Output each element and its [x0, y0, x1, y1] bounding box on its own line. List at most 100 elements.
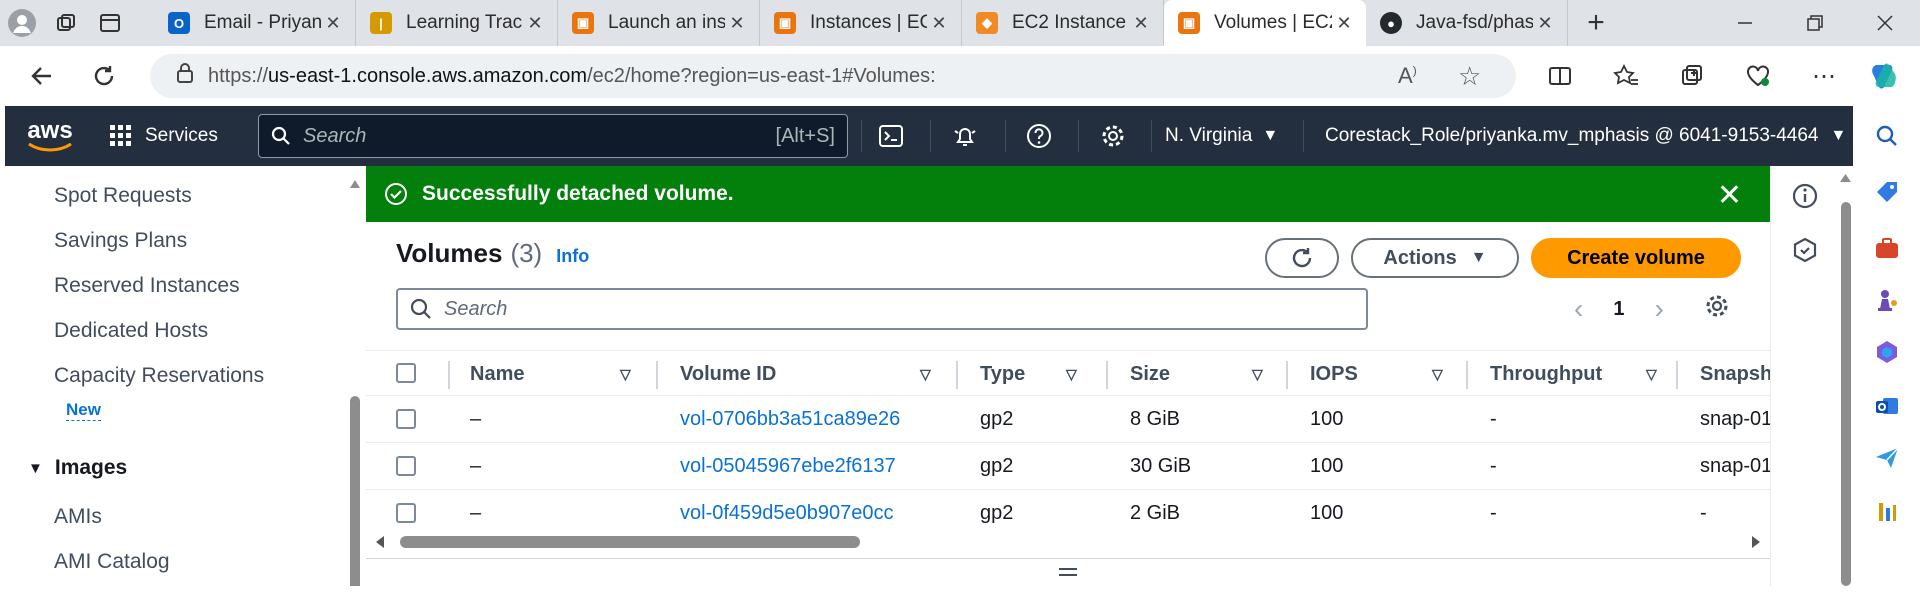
aws-logo[interactable]: aws [5, 106, 95, 166]
services-menu[interactable]: Services [109, 124, 249, 148]
close-tab-icon[interactable]: ✕ [1533, 13, 1557, 34]
read-aloud-icon[interactable]: A) [1398, 63, 1417, 89]
info-link[interactable]: Info [556, 246, 589, 267]
row-checkbox[interactable] [396, 503, 416, 523]
split-screen-icon[interactable] [1534, 50, 1586, 102]
close-tab-icon[interactable]: ✕ [321, 13, 345, 34]
sidebar-item-ami-catalog[interactable]: AMI Catalog [54, 550, 170, 574]
close-icon[interactable]: ✕ [1717, 178, 1742, 213]
sidebar-item-amis[interactable]: AMIs [54, 505, 102, 529]
collections-icon[interactable] [1666, 50, 1718, 102]
close-tab-icon[interactable]: ✕ [725, 13, 749, 34]
region-selector[interactable]: N. Virginia ▼ [1165, 106, 1278, 166]
browser-tab[interactable]: ● Java-fsd/phase ✕ [1366, 0, 1568, 46]
games-chess-icon[interactable] [1873, 286, 1901, 314]
cloudshell-icon[interactable] [861, 106, 921, 166]
column-header-iops[interactable]: IOPS ▽ [1310, 351, 1443, 397]
cell-size: 8 GiB [1130, 408, 1181, 430]
profile-avatar-icon[interactable] [0, 0, 44, 46]
create-volume-button[interactable]: Create volume [1531, 238, 1741, 278]
notifications-bell-icon[interactable] [935, 106, 995, 166]
url-field[interactable]: https://us-east-1.console.aws.amazon.com… [150, 54, 1516, 98]
browser-tab[interactable]: OEmail - Priyanka✕ [154, 0, 356, 46]
console-search-input[interactable]: Search [Alt+S] [258, 114, 848, 158]
column-divider [1286, 361, 1288, 389]
outlook-icon[interactable] [1873, 392, 1901, 420]
favorites-icon[interactable] [1600, 50, 1652, 102]
outlook-icon: O [168, 12, 190, 34]
tools-briefcase-icon[interactable] [1873, 234, 1901, 262]
search-icon[interactable] [1873, 122, 1901, 150]
copilot-icon[interactable] [1858, 50, 1910, 102]
search-icon [271, 126, 290, 145]
sidebar-item-capacity-reservations[interactable]: Capacity Reservations [54, 364, 264, 388]
refresh-button[interactable] [1265, 238, 1339, 278]
browser-tab[interactable]: ▣Instances | EC2✕ [760, 0, 962, 46]
table-row[interactable]: – vol-05045967ebe2f6137 gp2 30 GiB 100 -… [366, 443, 1770, 490]
cell-volume-id-link[interactable]: vol-0706bb3a51ca89e26 [680, 396, 900, 443]
main-content: Successfully detached volume. ✕ Volumes … [366, 166, 1770, 586]
send-paper-plane-icon[interactable] [1873, 444, 1901, 472]
sidebar-item-dedicated-hosts[interactable]: Dedicated Hosts [54, 319, 208, 343]
column-divider [1676, 361, 1678, 389]
sidebar-scrollbar[interactable] [349, 176, 361, 586]
column-header-snapshot[interactable]: Snapshot [1700, 351, 1770, 397]
horizontal-scrollbar[interactable] [366, 530, 1770, 554]
sidebar-item-reserved-instances[interactable]: Reserved Instances [54, 274, 240, 298]
browser-tab[interactable]: ◆ EC2 Instance ✕ [962, 0, 1164, 46]
copilot-hexagon-icon[interactable] [1873, 338, 1901, 366]
browser-tab[interactable]: ▣Launch an instance✕ [558, 0, 760, 46]
sidebar-item-spot-requests[interactable]: Spot Requests [54, 184, 192, 208]
close-tab-icon[interactable]: ✕ [523, 13, 547, 34]
select-all-checkbox[interactable] [396, 363, 416, 383]
browser-tab[interactable]: |Learning Tracker✕ [356, 0, 558, 46]
close-tab-icon[interactable]: ✕ [927, 13, 951, 34]
column-header-volume-id[interactable]: Volume ID ▽ [680, 351, 931, 397]
current-page[interactable]: 1 [1613, 298, 1624, 321]
browser-tab-active[interactable]: ▣ Volumes | EC2 ✕ [1164, 0, 1366, 46]
table-settings-gear-icon[interactable] [1704, 293, 1730, 325]
account-menu[interactable]: Corestack_Role/priyanka.mv_mphasis @ 604… [1325, 106, 1846, 166]
row-checkbox[interactable] [396, 456, 416, 476]
cell-type: gp2 [980, 455, 1014, 477]
column-header-throughput[interactable]: Throughput ▽ [1490, 351, 1657, 397]
info-circle-icon[interactable] [1791, 182, 1819, 215]
workspaces-icon[interactable] [44, 0, 88, 46]
previous-page-icon[interactable]: ‹ [1574, 293, 1583, 325]
cell-volume-id-link[interactable]: vol-05045967ebe2f6137 [680, 443, 896, 490]
shopping-tag-icon[interactable] [1873, 178, 1901, 206]
sort-icon: ▽ [620, 365, 631, 382]
tab-actions-icon[interactable] [88, 0, 132, 46]
new-tab-button[interactable]: + [1574, 0, 1618, 46]
close-tab-icon[interactable]: ✕ [1129, 13, 1153, 34]
actions-button[interactable]: Actions ▼ [1351, 238, 1519, 278]
back-icon[interactable] [16, 50, 68, 102]
column-header-name[interactable]: Name ▽ [470, 351, 631, 397]
cell-iops: 100 [1310, 455, 1344, 477]
page-scrollbar[interactable] [1838, 166, 1853, 586]
split-panel-drag-handle[interactable] [366, 558, 1770, 586]
row-checkbox[interactable] [396, 409, 416, 429]
reload-icon[interactable] [78, 50, 130, 102]
tracker-app-icon[interactable] [1873, 498, 1901, 526]
settings-gear-icon[interactable] [1083, 106, 1143, 166]
sort-icon: ▽ [1646, 365, 1657, 382]
column-header-size[interactable]: Size ▽ [1130, 351, 1263, 397]
close-tab-icon[interactable]: ✕ [1332, 13, 1356, 34]
browser-essentials-icon[interactable] [1732, 50, 1784, 102]
url-path: /ec2/home?region=us-east-1#Volumes: [587, 64, 936, 87]
next-page-icon[interactable]: › [1654, 293, 1663, 325]
restore-icon[interactable] [1780, 0, 1850, 46]
more-menu-icon[interactable]: ⋯ [1798, 50, 1850, 102]
feedback-hexagon-icon[interactable] [1791, 236, 1819, 269]
column-header-type[interactable]: Type ▽ [980, 351, 1077, 397]
favorite-star-icon[interactable]: ☆ [1458, 61, 1481, 92]
table-row[interactable]: – vol-0706bb3a51ca89e26 gp2 8 GiB 100 - … [366, 396, 1770, 443]
sidebar-item-savings-plans[interactable]: Savings Plans [54, 229, 187, 253]
cell-throughput: - [1490, 455, 1497, 477]
sidebar-section-images[interactable]: ▼ Images [28, 456, 127, 480]
minimize-icon[interactable] [1710, 0, 1780, 46]
close-window-icon[interactable] [1850, 0, 1920, 46]
help-icon[interactable] [1009, 106, 1069, 166]
volumes-search-input[interactable]: Search [396, 288, 1368, 330]
